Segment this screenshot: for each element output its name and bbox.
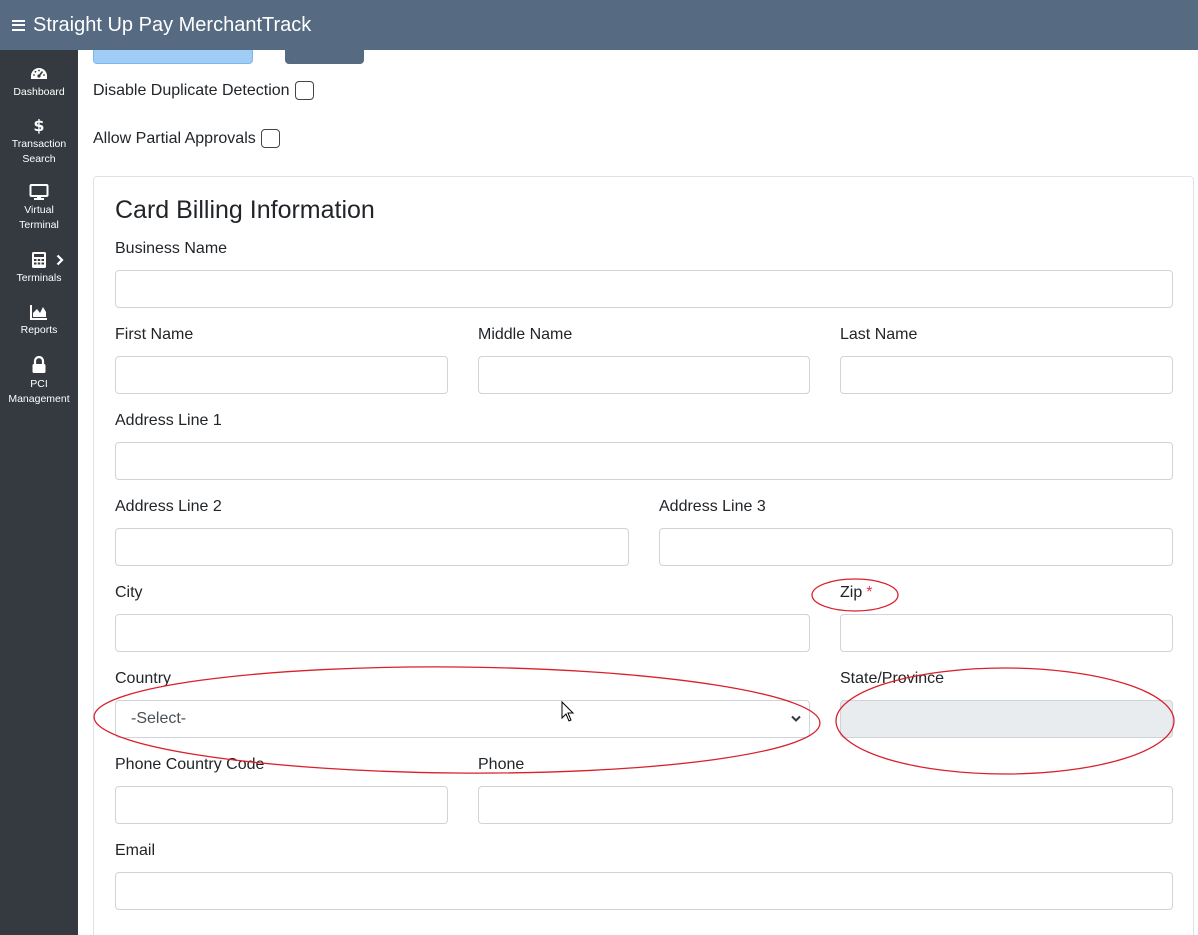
first-name-label: First Name bbox=[115, 326, 194, 343]
email-field[interactable] bbox=[115, 872, 1173, 910]
sidebar-item-label: Dashboard bbox=[13, 86, 65, 98]
phone-country-code-label: Phone Country Code bbox=[115, 756, 265, 773]
sidebar-item-pci-management[interactable]: PCI Management bbox=[0, 356, 78, 407]
address-line1-label: Address Line 1 bbox=[115, 412, 222, 429]
address-line2-field[interactable] bbox=[115, 528, 629, 566]
zip-label-text: Zip bbox=[840, 584, 863, 601]
middle-name-field[interactable] bbox=[478, 356, 810, 394]
chevron-right-icon bbox=[56, 254, 64, 266]
sidebar-item-label: Terminals bbox=[16, 272, 62, 284]
sidebar-item-label: PCI Management bbox=[8, 378, 70, 405]
state-province-label: State/Province bbox=[840, 670, 945, 687]
sidebar-item-label: Virtual Terminal bbox=[19, 204, 59, 231]
area-chart-icon bbox=[30, 305, 47, 320]
address-line3-field[interactable] bbox=[659, 528, 1173, 566]
monitor-icon bbox=[29, 184, 49, 200]
sidebar: Dashboard $ Transaction Search Virtual T… bbox=[0, 50, 78, 935]
sidebar-item-terminals[interactable]: Terminals bbox=[0, 252, 78, 286]
app-title[interactable]: Straight Up Pay MerchantTrack bbox=[33, 14, 311, 37]
phone-field[interactable] bbox=[478, 786, 1173, 824]
disable-duplicate-detection-option: Disable Duplicate Detection bbox=[93, 81, 314, 100]
city-field[interactable] bbox=[115, 614, 810, 652]
city-label: City bbox=[115, 584, 143, 601]
sidebar-item-transaction-search[interactable]: $ Transaction Search bbox=[0, 116, 78, 167]
last-name-label: Last Name bbox=[840, 326, 918, 343]
country-selected-value: -Select- bbox=[131, 710, 187, 727]
dollar-icon: $ bbox=[33, 116, 44, 134]
zip-label: Zip * bbox=[840, 584, 872, 602]
dashboard-gauge-icon bbox=[31, 68, 47, 79]
hamburger-menu-icon[interactable] bbox=[12, 19, 25, 31]
business-name-field[interactable] bbox=[115, 270, 1173, 308]
country-select[interactable]: -Select- bbox=[115, 700, 810, 738]
country-label: Country bbox=[115, 670, 172, 687]
business-name-label: Business Name bbox=[115, 240, 228, 257]
lock-icon bbox=[32, 356, 46, 373]
allow-partial-label: Allow Partial Approvals bbox=[93, 129, 256, 147]
last-name-field[interactable] bbox=[840, 356, 1173, 394]
card-billing-panel: Card Billing Information Business Name F… bbox=[93, 176, 1194, 935]
address-line2-label: Address Line 2 bbox=[115, 498, 222, 515]
sidebar-item-virtual-terminal[interactable]: Virtual Terminal bbox=[0, 184, 78, 233]
allow-partial-checkbox[interactable] bbox=[260, 129, 280, 148]
svg-text:$: $ bbox=[33, 116, 44, 134]
disable-duplicate-checkbox[interactable] bbox=[294, 81, 314, 100]
card-billing-title: Card Billing Information bbox=[115, 196, 375, 224]
calculator-icon bbox=[32, 252, 46, 268]
disable-duplicate-label: Disable Duplicate Detection bbox=[93, 81, 290, 99]
sidebar-item-label: Transaction Search bbox=[11, 138, 67, 165]
top-navbar: Straight Up Pay MerchantTrack bbox=[0, 0, 1198, 50]
sidebar-item-dashboard[interactable]: Dashboard bbox=[0, 66, 78, 100]
zip-field[interactable] bbox=[840, 614, 1173, 652]
allow-partial-approvals-option: Allow Partial Approvals bbox=[93, 129, 280, 148]
sidebar-item-label: Reports bbox=[20, 324, 58, 336]
address-line3-label: Address Line 3 bbox=[659, 498, 766, 515]
phone-label: Phone bbox=[478, 756, 525, 773]
sidebar-item-reports[interactable]: Reports bbox=[0, 304, 78, 338]
address-line1-field[interactable] bbox=[115, 442, 1173, 480]
chevron-down-icon bbox=[791, 715, 801, 722]
email-label: Email bbox=[115, 842, 156, 859]
first-name-field[interactable] bbox=[115, 356, 448, 394]
required-asterisk: * bbox=[866, 584, 873, 601]
state-province-field[interactable] bbox=[840, 700, 1173, 738]
main-content: Disable Duplicate Detection Allow Partia… bbox=[78, 36, 1198, 935]
phone-country-code-field[interactable] bbox=[115, 786, 448, 824]
middle-name-label: Middle Name bbox=[478, 326, 573, 343]
